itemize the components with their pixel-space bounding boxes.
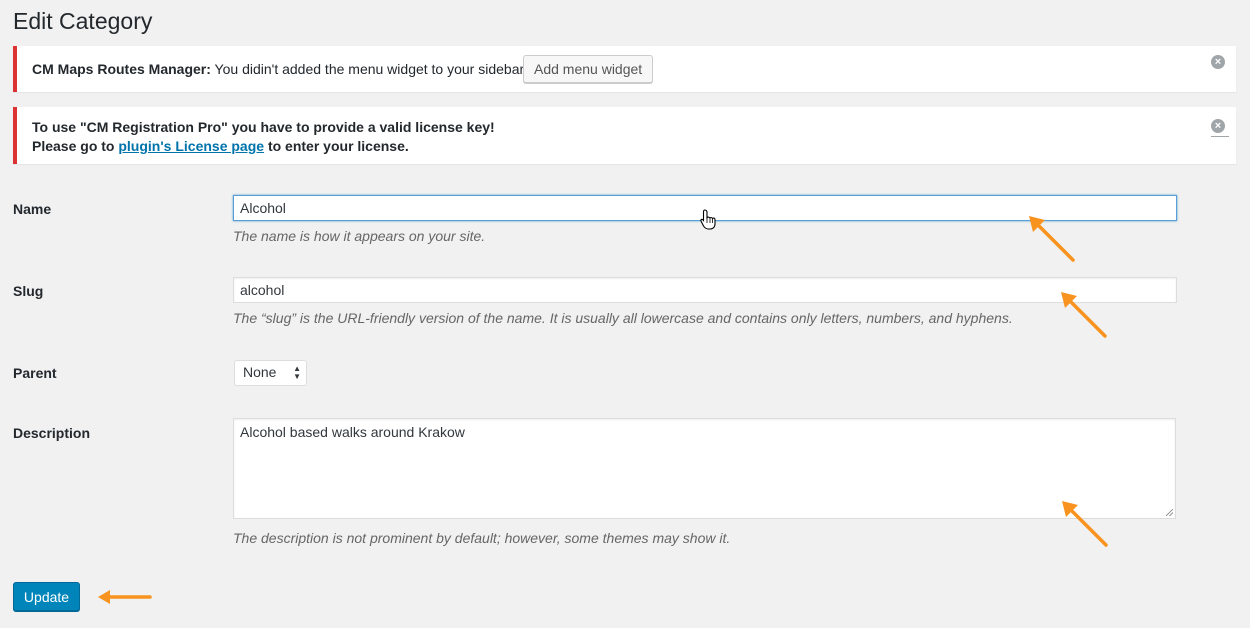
annotation-arrow-icon	[1061, 292, 1107, 338]
notice-plugin-name: CM Maps Routes Manager:	[32, 61, 211, 77]
notice-line-2-prefix: Please go to	[32, 138, 119, 154]
description-help: The description is not prominent by defa…	[233, 530, 731, 546]
resize-handle-icon[interactable]	[1166, 509, 1173, 516]
dismiss-underline	[1211, 136, 1229, 137]
update-button[interactable]: Update	[13, 582, 80, 611]
annotation-arrow-icon	[98, 590, 152, 604]
maps-routes-notice-text: CM Maps Routes Manager: You didin't adde…	[32, 61, 527, 77]
registration-notice-text: To use "CM Registration Pro" you have to…	[32, 118, 495, 156]
parent-select[interactable]: None ▲ ▼	[234, 360, 307, 386]
maps-routes-notice: CM Maps Routes Manager: You didin't adde…	[13, 46, 1236, 92]
parent-selected-value: None	[243, 364, 277, 380]
annotation-arrow-icon	[1029, 216, 1075, 262]
hand-cursor-icon	[700, 209, 716, 230]
slug-label: Slug	[13, 283, 44, 299]
page-title: Edit Category	[13, 8, 153, 34]
slug-input[interactable]	[233, 277, 1177, 303]
slug-description: The “slug” is the URL-friendly version o…	[233, 310, 1013, 326]
description-label: Description	[13, 425, 91, 441]
notice-line-2-suffix: to enter your license.	[264, 138, 409, 154]
name-description: The name is how it appears on your site.	[233, 228, 486, 244]
dismiss-icon[interactable]: ×	[1211, 119, 1225, 133]
add-menu-widget-button[interactable]: Add menu widget	[523, 55, 654, 83]
select-arrows-icon: ▲ ▼	[293, 364, 301, 381]
registration-license-notice: To use "CM Registration Pro" you have to…	[13, 107, 1236, 164]
dismiss-icon[interactable]: ×	[1211, 55, 1225, 69]
notice-line-2: Please go to plugin's License page to en…	[32, 137, 495, 156]
description-textarea[interactable]: Alcohol based walks around Krakow	[233, 418, 1176, 519]
notice-line-1: To use "CM Registration Pro" you have to…	[32, 119, 495, 135]
description-value: Alcohol based walks around Krakow	[240, 424, 465, 440]
notice-message: You didin't added the menu widget to you…	[210, 61, 528, 77]
annotation-arrow-icon	[1062, 501, 1108, 547]
parent-label: Parent	[13, 365, 57, 381]
license-page-link[interactable]: plugin's License page	[118, 138, 264, 154]
name-label: Name	[13, 201, 52, 217]
